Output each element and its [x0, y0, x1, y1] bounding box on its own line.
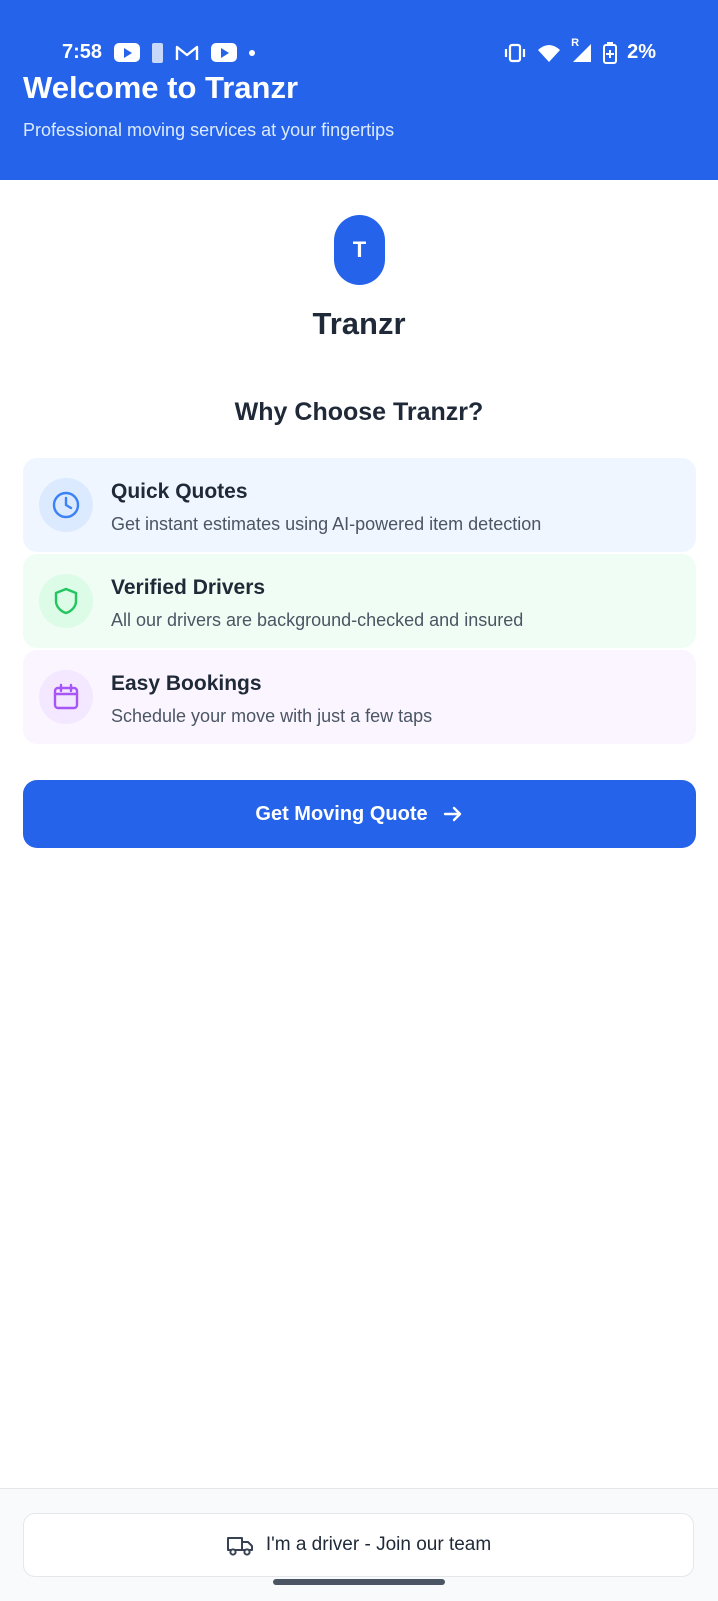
status-bar: 7:58 R 2%	[0, 37, 718, 70]
feature-card-quick-quotes: Quick Quotes Get instant estimates using…	[23, 458, 696, 552]
section-title: Why Choose Tranzr?	[234, 398, 484, 426]
battery-percent: 2%	[627, 41, 656, 63]
feature-card-verified-drivers: Verified Drivers All our drivers are bac…	[23, 554, 696, 648]
battery-icon	[603, 41, 618, 64]
feature-title: Quick Quotes	[111, 480, 248, 503]
join-as-driver-label: I'm a driver - Join our team	[265, 1534, 492, 1555]
feature-description: Schedule your move with just a few taps	[111, 706, 433, 726]
notification-dot-icon	[249, 49, 256, 56]
gmail-icon	[175, 44, 199, 62]
feature-card-easy-bookings: Easy Bookings Schedule your move with ju…	[23, 650, 696, 744]
home-indicator[interactable]	[273, 1579, 445, 1585]
youtube-icon	[114, 43, 141, 62]
shield-icon	[39, 574, 93, 628]
app-header: 7:58 R 2% Welcome to Tranzr Professional…	[0, 0, 718, 180]
wifi-icon	[537, 43, 561, 63]
page-subtitle: Professional moving services at your fin…	[23, 120, 395, 140]
feature-description: All our drivers are background-checked a…	[111, 610, 524, 630]
page-title: Welcome to Tranzr	[23, 70, 299, 105]
brand-logo: T	[334, 215, 385, 285]
battery-saver-icon	[152, 42, 164, 63]
feature-description: Get instant estimates using AI-powered i…	[111, 514, 542, 534]
feature-title: Easy Bookings	[111, 672, 262, 695]
clock-icon	[39, 478, 93, 532]
status-time: 7:58	[62, 41, 103, 63]
roaming-badge: R	[571, 36, 580, 49]
get-moving-quote-button[interactable]: Get Moving Quote	[23, 780, 696, 848]
youtube-icon-2	[211, 43, 238, 62]
truck-icon	[226, 1533, 254, 1557]
get-moving-quote-label: Get Moving Quote	[255, 802, 428, 825]
vibrate-icon	[503, 43, 527, 63]
join-as-driver-button[interactable]: I'm a driver - Join our team	[23, 1513, 694, 1577]
feature-title: Verified Drivers	[111, 576, 266, 599]
calendar-icon	[39, 670, 93, 724]
cell-signal-icon: R	[571, 37, 593, 63]
arrow-right-icon	[442, 803, 464, 825]
brand-name: Tranzr	[312, 306, 406, 341]
